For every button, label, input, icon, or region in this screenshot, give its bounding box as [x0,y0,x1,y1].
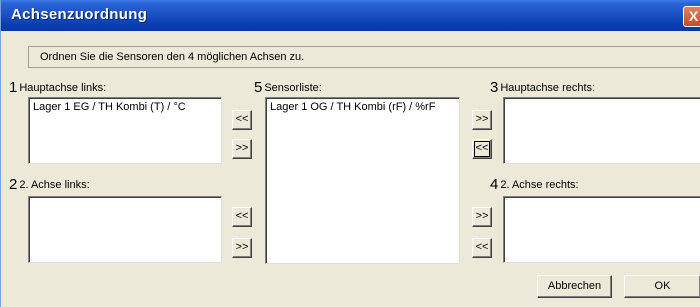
right-main-axis-list[interactable] [503,97,700,164]
right-second-axis-label: 4 2. Achse rechts: [490,176,579,193]
panel-label: Hauptachse rechts: [500,82,596,94]
move-to-right-main-button[interactable]: >> [472,110,492,130]
right-main-axis-label: 3 Hauptachse rechts: [490,79,595,96]
info-text: Ordnen Sie die Sensoren den 4 möglichen … [40,51,305,63]
move-to-left-second-button[interactable]: << [232,207,252,227]
info-box: Ordnen Sie die Sensoren den 4 möglichen … [28,46,700,68]
panel-label: 2. Achse rechts: [500,179,579,191]
move-from-right-main-button[interactable]: << [472,139,492,159]
panel-number: 5 [254,79,263,96]
window-title: Achsenzuordnung [11,6,148,23]
cancel-button[interactable]: Abbrechen [537,275,612,298]
dialog-window: Achsenzuordnung X Ordnen Sie die Sensore… [0,0,700,307]
close-button[interactable]: X [683,6,700,27]
list-item[interactable]: Lager 1 OG / TH Kombi (rF) / %rF [270,101,435,113]
move-from-left-main-button[interactable]: >> [232,139,252,159]
left-second-axis-label: 2 2. Achse links: [9,176,90,193]
close-icon: X [688,8,699,24]
move-from-right-second-button[interactable]: << [472,238,492,258]
list-item[interactable]: Lager 1 EG / TH Kombi (T) / °C [33,101,186,113]
ok-button[interactable]: OK [624,275,700,298]
left-main-axis-list[interactable]: Lager 1 EG / TH Kombi (T) / °C [28,97,222,164]
panel-label: 2. Achse links: [19,179,90,191]
title-bar[interactable]: Achsenzuordnung X [1,0,700,31]
panel-label: Hauptachse links: [19,82,107,94]
right-second-axis-list[interactable] [503,196,700,263]
panel-number: 1 [9,79,18,96]
panel-label: Sensorliste: [264,82,322,94]
panel-number: 4 [490,176,499,193]
left-main-axis-label: 1 Hauptachse links: [9,79,106,96]
left-second-axis-list[interactable] [28,196,222,263]
panel-number: 3 [490,79,499,96]
sensor-list[interactable]: Lager 1 OG / TH Kombi (rF) / %rF [265,97,460,264]
dialog-body: Ordnen Sie die Sensoren den 4 möglichen … [1,31,700,307]
move-to-right-second-button[interactable]: >> [472,207,492,227]
sensor-list-label: 5 Sensorliste: [254,79,322,96]
move-to-left-main-button[interactable]: << [232,110,252,130]
move-from-left-second-button[interactable]: >> [232,238,252,258]
panel-number: 2 [9,176,18,193]
